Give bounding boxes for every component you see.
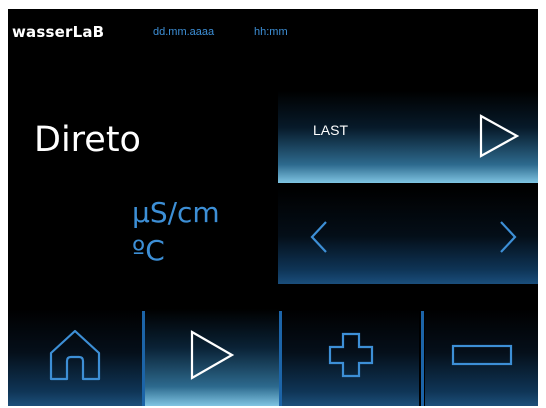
mode-title: Direto: [34, 120, 141, 160]
play-icon: [478, 113, 520, 164]
tab-plus[interactable]: [282, 309, 419, 406]
tab-minus[interactable]: [425, 309, 538, 406]
chevron-left-icon[interactable]: [309, 220, 329, 259]
home-icon: [47, 327, 103, 388]
date-display: dd.mm.aaaa: [153, 26, 215, 38]
last-button[interactable]: LAST: [278, 91, 538, 183]
temperature-unit: ºC: [132, 234, 165, 267]
tab-divider: [421, 311, 424, 406]
time-display: hh:mm: [254, 26, 288, 38]
last-label: LAST: [313, 122, 349, 138]
tab-home[interactable]: [8, 309, 142, 406]
navigation-panel: [278, 188, 538, 284]
bottom-tab-bar: [8, 309, 538, 406]
brand-logo: wasserLaB: [12, 23, 105, 41]
play-icon: [189, 329, 235, 386]
tab-play[interactable]: [145, 309, 279, 406]
chevron-right-icon[interactable]: [498, 220, 518, 259]
minus-icon: [451, 344, 513, 371]
conductivity-unit: µS/cm: [132, 196, 220, 229]
device-screen: wasserLaB dd.mm.aaaa hh:mm Direto µS/cm …: [8, 9, 538, 406]
plus-icon: [328, 332, 374, 383]
